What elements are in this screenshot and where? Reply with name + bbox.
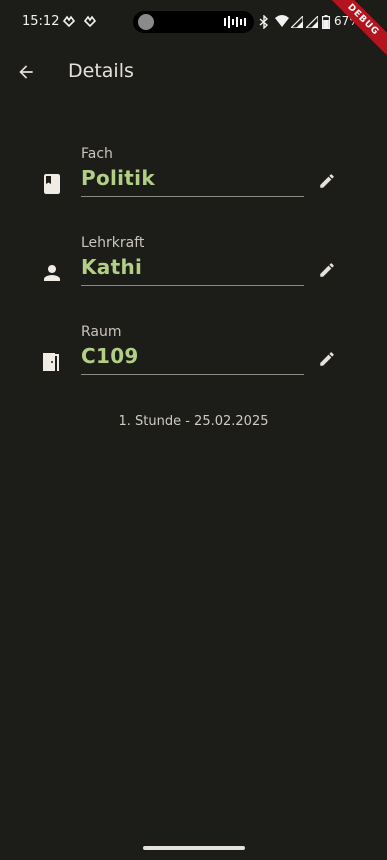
subject-value[interactable]: Politik xyxy=(81,166,155,190)
signal-icon xyxy=(306,16,318,28)
home-indicator[interactable] xyxy=(143,846,245,850)
field-subject: Fach Politik xyxy=(0,146,387,226)
app-notification-icon xyxy=(84,15,96,27)
media-pill[interactable] xyxy=(133,11,254,33)
media-avatar xyxy=(138,14,154,30)
status-bar: 15:12 67% xyxy=(0,0,387,44)
edit-subject-button[interactable] xyxy=(316,170,338,192)
edit-icon xyxy=(320,174,334,188)
room-value[interactable]: C109 xyxy=(81,344,139,368)
bluetooth-icon xyxy=(259,15,269,29)
field-label: Fach xyxy=(81,146,113,162)
app-notification-icon xyxy=(63,15,75,27)
app-bar: Details xyxy=(0,44,387,100)
signal-icon xyxy=(291,16,303,28)
edit-icon xyxy=(320,263,334,277)
audio-wave-icon xyxy=(224,16,246,28)
edit-icon xyxy=(320,352,334,366)
edit-room-button[interactable] xyxy=(316,348,338,370)
book-icon xyxy=(44,174,60,194)
field-underline xyxy=(81,374,304,375)
teacher-value[interactable]: Kathi xyxy=(81,255,142,279)
field-room: Raum C109 xyxy=(0,324,387,404)
arrow-back-icon xyxy=(19,65,33,79)
door-icon xyxy=(43,353,59,371)
battery-icon xyxy=(322,15,330,29)
field-underline xyxy=(81,196,304,197)
field-label: Lehrkraft xyxy=(81,235,145,251)
field-label: Raum xyxy=(81,324,122,340)
wifi-icon xyxy=(275,15,289,27)
edit-teacher-button[interactable] xyxy=(316,259,338,281)
field-teacher: Lehrkraft Kathi xyxy=(0,235,387,315)
person-icon xyxy=(44,265,60,281)
field-underline xyxy=(81,285,304,286)
page-title: Details xyxy=(68,60,134,82)
back-button[interactable] xyxy=(10,56,42,88)
lesson-date-info: 1. Stunde - 25.02.2025 xyxy=(118,414,269,429)
status-time: 15:12 xyxy=(22,14,60,29)
